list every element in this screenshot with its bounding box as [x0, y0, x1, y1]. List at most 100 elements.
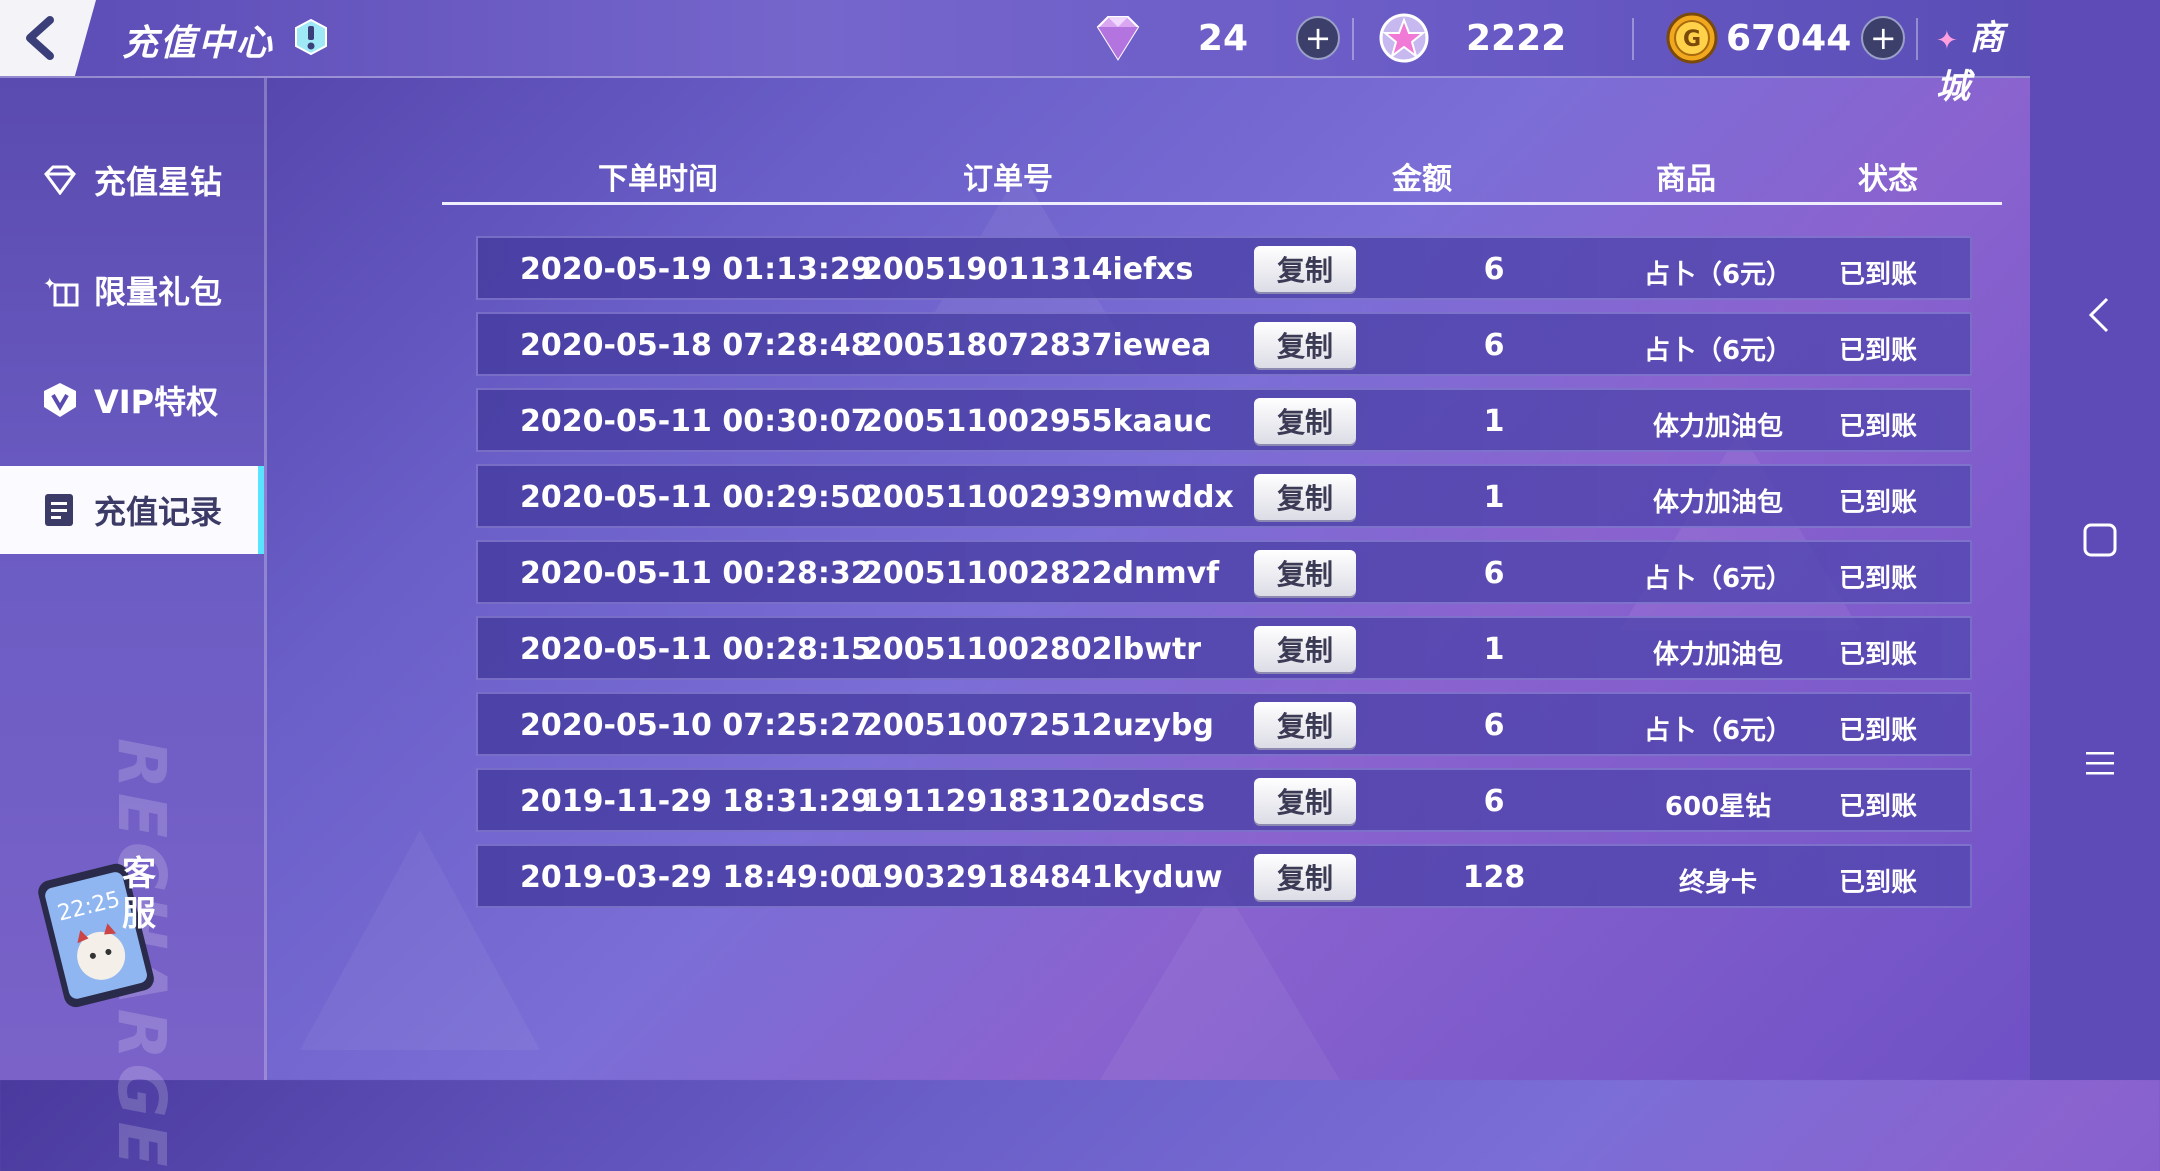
order-time: 2020-05-18 07:28:48 [520, 328, 872, 363]
vip-shield-icon [40, 380, 80, 420]
order-amount: 6 [1483, 556, 1505, 591]
diamond-currency: 24 + [1088, 8, 1340, 68]
order-time: 2020-05-11 00:29:50 [520, 480, 872, 515]
sidebar-item-label: 限量礼包 [94, 273, 223, 311]
order-status: 已到账 [1838, 792, 1917, 822]
table-row: 2020-05-18 07:28:48 200518072837iewea 复制… [476, 312, 1972, 376]
top-bar: 充值中心 24 + 2222 G 67044 + ✦ 商城 [0, 0, 2132, 107]
sidebar-item-recharge-diamond[interactable]: 充值星钻 [0, 136, 264, 224]
copy-button[interactable]: 复制 [1254, 550, 1356, 596]
order-number: 191129183120zdscs [862, 784, 1205, 819]
nav-menu-button[interactable] [2075, 738, 2125, 788]
diamond-icon [1096, 16, 1140, 61]
order-number: 200511002939mwddx [862, 480, 1234, 515]
order-amount: 6 [1483, 784, 1505, 819]
page-title: 充值中心 [122, 23, 275, 64]
order-time: 2019-03-29 18:49:00 [520, 860, 872, 895]
copy-button[interactable]: 复制 [1254, 246, 1356, 292]
system-nav-bar [2030, 0, 2160, 1080]
star-currency: 2222 [1378, 8, 1566, 68]
nav-menu-icon [2086, 752, 2114, 775]
add-diamond-button[interactable]: + [1296, 16, 1340, 60]
order-status: 已到账 [1838, 640, 1917, 670]
order-status: 已到账 [1838, 564, 1917, 594]
customer-service-label: 客服 [122, 854, 156, 934]
nav-back-icon [2088, 297, 2109, 333]
star-count: 2222 [1466, 17, 1567, 59]
copy-button[interactable]: 复制 [1254, 474, 1356, 520]
order-number: 190329184841kyduw [862, 860, 1223, 895]
table-header: 下单时间 订单号 金额 商品 状态 [442, 140, 2002, 205]
record-icon [40, 490, 80, 530]
gift-icon: ✦ [40, 270, 80, 310]
table-row: 2020-05-11 00:28:15 200511002802lbwtr 复制… [476, 616, 1972, 680]
svg-text:G: G [1683, 27, 1701, 52]
divider [1916, 18, 1918, 60]
sidebar-item-label: VIP特权 [94, 383, 219, 421]
order-time: 2020-05-11 00:28:15 [520, 632, 872, 667]
nav-back-button[interactable] [2075, 290, 2125, 340]
shop-sparkle-icon: ✦ [1936, 26, 1958, 56]
order-number: 200510072512uzybg [862, 708, 1214, 743]
divider [1352, 18, 1354, 60]
order-amount: 1 [1483, 632, 1505, 667]
sidebar-item-vip[interactable]: VIP特权 [0, 356, 264, 444]
sidebar-item-label: 充值记录 [94, 493, 223, 531]
diamond-icon [40, 160, 80, 200]
sidebar-item-label: 充值星钻 [94, 163, 223, 201]
header-order-time: 下单时间 [598, 162, 718, 197]
nav-home-button[interactable] [2075, 515, 2125, 565]
add-gold-button[interactable]: + [1861, 16, 1906, 60]
back-button[interactable] [0, 0, 96, 76]
copy-button[interactable]: 复制 [1254, 778, 1356, 824]
order-status: 已到账 [1838, 488, 1917, 518]
order-amount: 6 [1483, 708, 1505, 743]
order-number: 200519011314iefxs [862, 252, 1194, 287]
bg-triangle [1100, 880, 1340, 1080]
order-status: 已到账 [1838, 716, 1917, 746]
diamond-count: 24 [1197, 17, 1248, 59]
order-amount: 1 [1483, 480, 1505, 515]
sidebar-item-recharge-record[interactable]: 充值记录 [0, 466, 264, 554]
copy-button[interactable]: 复制 [1254, 854, 1356, 900]
header-status: 状态 [1858, 162, 1918, 197]
order-status: 已到账 [1838, 868, 1917, 898]
shop-button[interactable]: ✦ 商城 [1936, 10, 2030, 108]
table-row: 2020-05-11 00:29:50 200511002939mwddx 复制… [476, 464, 1972, 528]
sidebar-item-limited-gift[interactable]: ✦ 限量礼包 [0, 246, 264, 334]
order-time: 2020-05-11 00:30:07 [520, 404, 872, 439]
order-number: 200511002955kaauc [862, 404, 1213, 439]
divider [1632, 18, 1634, 60]
gold-coin-icon: G [1666, 12, 1718, 64]
order-amount: 6 [1483, 328, 1505, 363]
gold-count: 67044 [1726, 17, 1852, 59]
order-number: 200518072837iewea [862, 328, 1212, 363]
header-product: 商品 [1656, 162, 1716, 197]
order-time: 2019-11-29 18:31:29 [520, 784, 872, 819]
plus-icon: + [1869, 19, 1897, 57]
copy-button[interactable]: 复制 [1254, 626, 1356, 672]
table-row: 2020-05-19 01:13:29 200519011314iefxs 复制… [476, 236, 1972, 300]
order-number: 200511002822dnmvf [862, 556, 1220, 591]
plus-icon: + [1304, 19, 1332, 57]
order-amount: 128 [1462, 860, 1526, 895]
table-row: 2020-05-10 07:25:27 200510072512uzybg 复制… [476, 692, 1972, 756]
nav-home-icon [2083, 523, 2117, 557]
gold-currency: G 67044 + [1666, 8, 1906, 68]
order-status: 已到账 [1838, 260, 1917, 290]
svg-text:✦: ✦ [43, 274, 56, 293]
order-time: 2020-05-19 01:13:29 [520, 252, 872, 287]
order-time: 2020-05-10 07:25:27 [520, 708, 872, 743]
table-row: 2020-05-11 00:28:32 200511002822dnmvf 复制… [476, 540, 1972, 604]
copy-button[interactable]: 复制 [1254, 702, 1356, 748]
order-amount: 1 [1483, 404, 1505, 439]
copy-button[interactable]: 复制 [1254, 322, 1356, 368]
order-status: 已到账 [1838, 412, 1917, 442]
info-icon[interactable] [292, 18, 330, 56]
table-row: 2019-11-29 18:31:29 191129183120zdscs 复制… [476, 768, 1972, 832]
order-time: 2020-05-11 00:28:32 [520, 556, 872, 591]
back-arrow-icon [26, 16, 54, 60]
header-amount: 金额 [1392, 162, 1452, 197]
star-icon [1379, 13, 1429, 63]
copy-button[interactable]: 复制 [1254, 398, 1356, 444]
